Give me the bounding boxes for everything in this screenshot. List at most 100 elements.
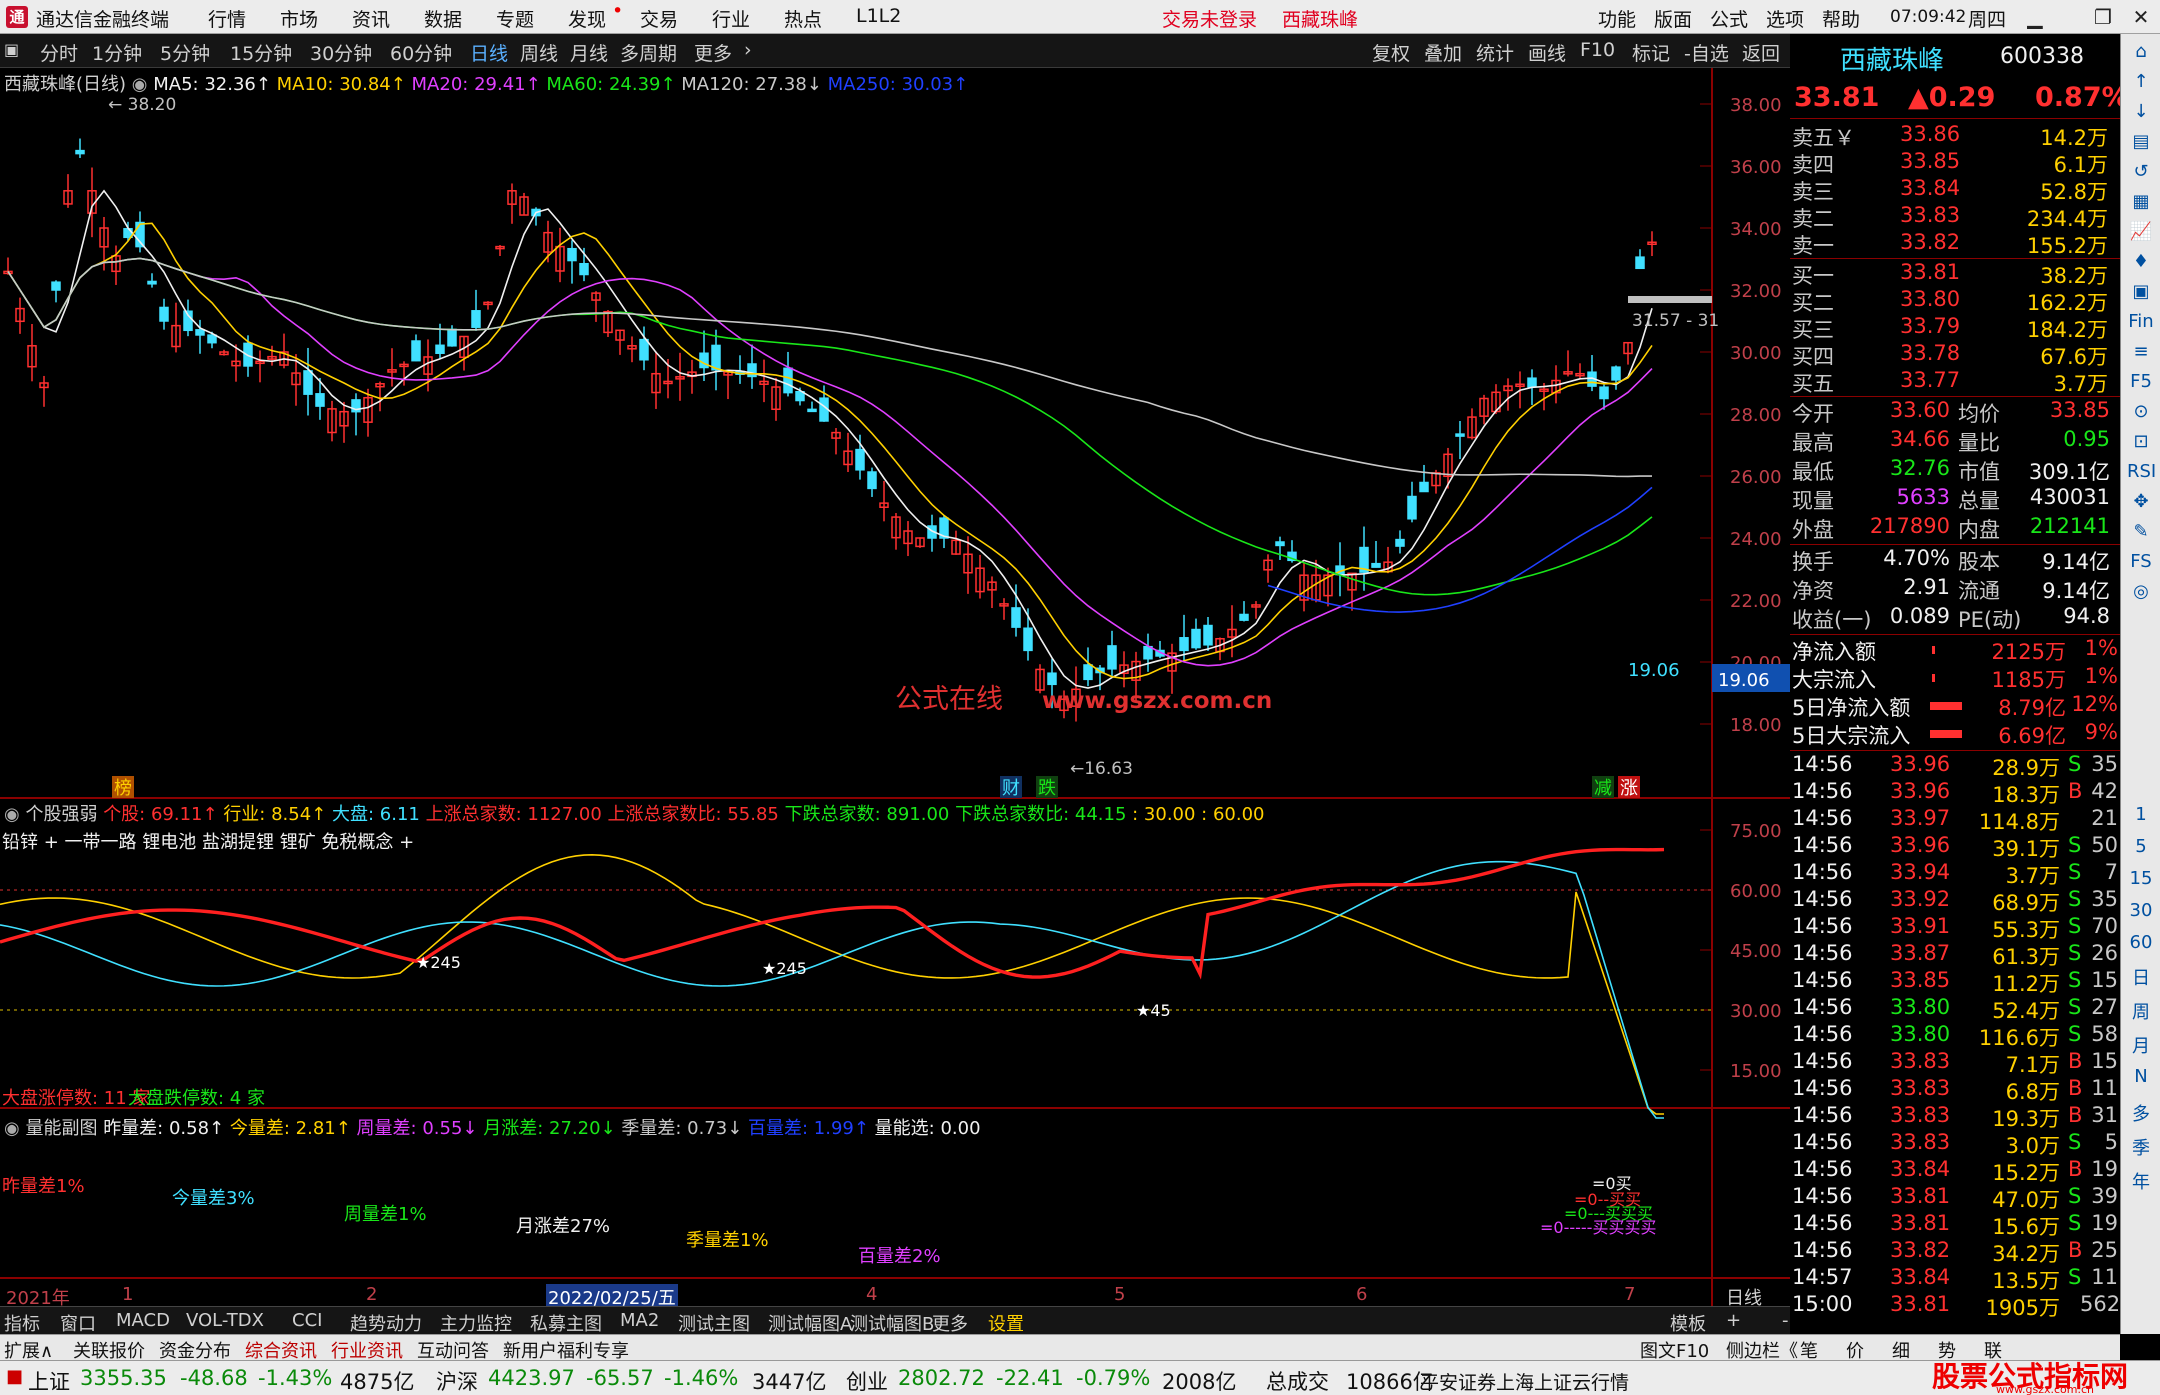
indicator-tab[interactable]: 指标 xyxy=(4,1310,40,1336)
tool-strip-icon[interactable]: ♦ xyxy=(2127,248,2155,276)
stat-row[interactable]: 净资 2.91 流通 9.14亿 xyxy=(1790,575,2120,603)
tool-strip-icon[interactable]: ✎ xyxy=(2127,518,2155,546)
menu-hot[interactable]: 热点 xyxy=(784,5,822,32)
legend-settings-icon[interactable]: ◉ xyxy=(132,74,148,95)
tick-row[interactable]: 14:56 33.85 11.2万 S 15 xyxy=(1790,968,2120,996)
indicator-tab[interactable]: MA2 xyxy=(620,1310,659,1331)
strip-period-label[interactable]: 日 xyxy=(2121,964,2160,990)
menu-discover[interactable]: 发现 xyxy=(568,5,606,32)
restore-icon[interactable]: ❐ xyxy=(2086,2,2120,32)
tick-row[interactable]: 14:56 33.80 52.4万 S 27 xyxy=(1790,995,2120,1023)
tool-strip-icon[interactable]: ⌂ xyxy=(2127,38,2155,66)
menu-trade[interactable]: 交易 xyxy=(640,5,678,32)
stat-row[interactable]: 最低 32.76 市值 309.1亿 xyxy=(1790,456,2120,484)
bid-row[interactable]: 买二 33.80 162.2万 xyxy=(1790,287,2120,315)
period-1min[interactable]: 1分钟 xyxy=(92,39,142,66)
period-60min[interactable]: 60分钟 xyxy=(390,39,452,66)
bid-row[interactable]: 买一 33.81 38.2万 xyxy=(1790,260,2120,288)
ask-row[interactable]: 卖一 33.82 155.2万 xyxy=(1790,230,2120,258)
ask-row[interactable]: 卖四 33.85 6.1万 xyxy=(1790,149,2120,177)
period-15min[interactable]: 15分钟 xyxy=(230,39,292,66)
stat-row[interactable]: 现量 5633 总量 430031 xyxy=(1790,485,2120,513)
indicator-tab[interactable]: MACD xyxy=(116,1310,170,1331)
tool-strip-icon[interactable]: ⊡ xyxy=(2127,428,2155,456)
tick-row[interactable]: 15:00 33.81 1905万 562 xyxy=(1790,1292,2120,1320)
ask-row[interactable]: 卖五￥ 33.86 14.2万 xyxy=(1790,122,2120,150)
indicator-tab[interactable]: 测试幅图B xyxy=(850,1310,934,1336)
more-chevron-icon[interactable]: › xyxy=(744,39,752,61)
menu-help[interactable]: 帮助 xyxy=(1822,5,1860,32)
period-more[interactable]: 更多 xyxy=(694,39,732,66)
tick-row[interactable]: 14:56 33.96 39.1万 S 50 xyxy=(1790,833,2120,861)
indicator-tab[interactable]: 主力监控 xyxy=(440,1310,512,1336)
menu-l1l2[interactable]: L1L2 xyxy=(856,5,901,27)
tool-overlay[interactable]: 叠加 xyxy=(1424,39,1462,66)
period-monthly[interactable]: 月线 xyxy=(570,39,608,66)
tool-strip-icon[interactable]: ▤ xyxy=(2127,128,2155,156)
tool-strip-icon[interactable]: ≡ xyxy=(2127,338,2155,366)
minimize-icon[interactable]: ▁ xyxy=(2018,2,2052,32)
menu-topics[interactable]: 专题 xyxy=(496,5,534,32)
menu-layout[interactable]: 版面 xyxy=(1654,5,1692,32)
ask-row[interactable]: 卖二 33.83 234.4万 xyxy=(1790,203,2120,231)
sz-name[interactable]: 沪深 xyxy=(436,1366,478,1395)
tool-mark[interactable]: 标记 xyxy=(1632,39,1670,66)
tick-row[interactable]: 14:56 33.94 3.7万 S 7 xyxy=(1790,860,2120,888)
window-toggle-icon[interactable]: ▣ xyxy=(4,40,19,59)
strip-period-label[interactable]: N xyxy=(2121,1066,2160,1087)
strip-period-label[interactable]: 年 xyxy=(2121,1168,2160,1194)
indicator-tab[interactable]: 测试幅图A xyxy=(768,1310,852,1336)
tool-strip-icon[interactable]: Fin xyxy=(2127,308,2155,336)
tick-row[interactable]: 14:56 33.96 18.3万 B 42 xyxy=(1790,779,2120,807)
tick-row[interactable]: 14:56 33.83 6.8万 B 11 xyxy=(1790,1076,2120,1104)
tick-row[interactable]: 14:56 33.87 61.3万 S 26 xyxy=(1790,941,2120,969)
stat-row[interactable]: 外盘 217890 内盘 212141 xyxy=(1790,514,2120,542)
stat-row[interactable]: 最高 34.66 量比 0.95 xyxy=(1790,427,2120,455)
period-5min[interactable]: 5分钟 xyxy=(160,39,210,66)
cy-name[interactable]: 创业 xyxy=(846,1366,888,1395)
menu-market[interactable]: 市场 xyxy=(280,5,318,32)
stat-row[interactable]: 换手 4.70% 股本 9.14亿 xyxy=(1790,546,2120,574)
tool-f10[interactable]: F10 xyxy=(1580,39,1615,61)
template-tab[interactable]: + xyxy=(1726,1310,1741,1331)
tool-strip-icon[interactable]: F5 xyxy=(2127,368,2155,396)
indicator-tab[interactable]: CCI xyxy=(292,1310,322,1331)
tool-draw[interactable]: 画线 xyxy=(1528,39,1566,66)
indicator-tab[interactable]: 设置 xyxy=(988,1310,1024,1336)
strip-period-label[interactable]: 月 xyxy=(2121,1032,2160,1058)
strip-period-label[interactable]: 季 xyxy=(2121,1134,2160,1160)
tool-strip-icon[interactable]: RSI xyxy=(2127,458,2156,486)
tool-strip-icon[interactable]: ⊙ xyxy=(2127,398,2155,426)
flow-row[interactable]: 大宗流入 1185万 1% xyxy=(1790,664,2120,692)
tool-strip-icon[interactable]: ↓ xyxy=(2127,98,2155,126)
tool-stats[interactable]: 统计 xyxy=(1476,39,1514,66)
bid-row[interactable]: 买四 33.78 67.6万 xyxy=(1790,341,2120,369)
strip-period-num[interactable]: 15 xyxy=(2121,868,2160,889)
period-tick[interactable]: 分时 xyxy=(40,39,78,66)
tool-back[interactable]: 返回 xyxy=(1742,39,1780,66)
menu-data[interactable]: 数据 xyxy=(424,5,462,32)
tool-watchlist[interactable]: -自选 xyxy=(1684,39,1729,66)
menu-functions[interactable]: 功能 xyxy=(1598,5,1636,32)
tick-row[interactable]: 14:56 33.83 3.0万 S 5 xyxy=(1790,1130,2120,1158)
tick-row[interactable]: 14:56 33.81 47.0万 S 39 xyxy=(1790,1184,2120,1212)
stat-row[interactable]: 收益(一) 0.089 PE(动) 94.8 xyxy=(1790,604,2120,632)
stat-row[interactable]: 今开 33.60 均价 33.85 xyxy=(1790,398,2120,426)
tick-row[interactable]: 14:56 33.96 28.9万 S 35 xyxy=(1790,752,2120,780)
tool-strip-icon[interactable]: FS xyxy=(2127,548,2155,576)
strip-period-num[interactable]: 30 xyxy=(2121,900,2160,921)
tick-row[interactable]: 14:56 33.81 15.6万 S 19 xyxy=(1790,1211,2120,1239)
menu-industry[interactable]: 行业 xyxy=(712,5,750,32)
strip-period-label[interactable]: 周 xyxy=(2121,998,2160,1024)
bid-row[interactable]: 买三 33.79 184.2万 xyxy=(1790,314,2120,342)
close-icon[interactable]: ✕ xyxy=(2124,2,2158,32)
period-multi[interactable]: 多周期 xyxy=(620,39,677,66)
indicator-tab[interactable]: VOL-TDX xyxy=(186,1310,264,1331)
strip-period-num[interactable]: 1 xyxy=(2121,804,2160,825)
strip-period-num[interactable]: 5 xyxy=(2121,836,2160,857)
period-weekly[interactable]: 周线 xyxy=(520,39,558,66)
ind2-settings-icon[interactable]: ◉ xyxy=(4,1118,20,1139)
tool-strip-icon[interactable]: ↑ xyxy=(2127,68,2155,96)
sh-name[interactable]: 上证 xyxy=(28,1366,70,1395)
tool-adjust[interactable]: 复权 xyxy=(1372,39,1410,66)
